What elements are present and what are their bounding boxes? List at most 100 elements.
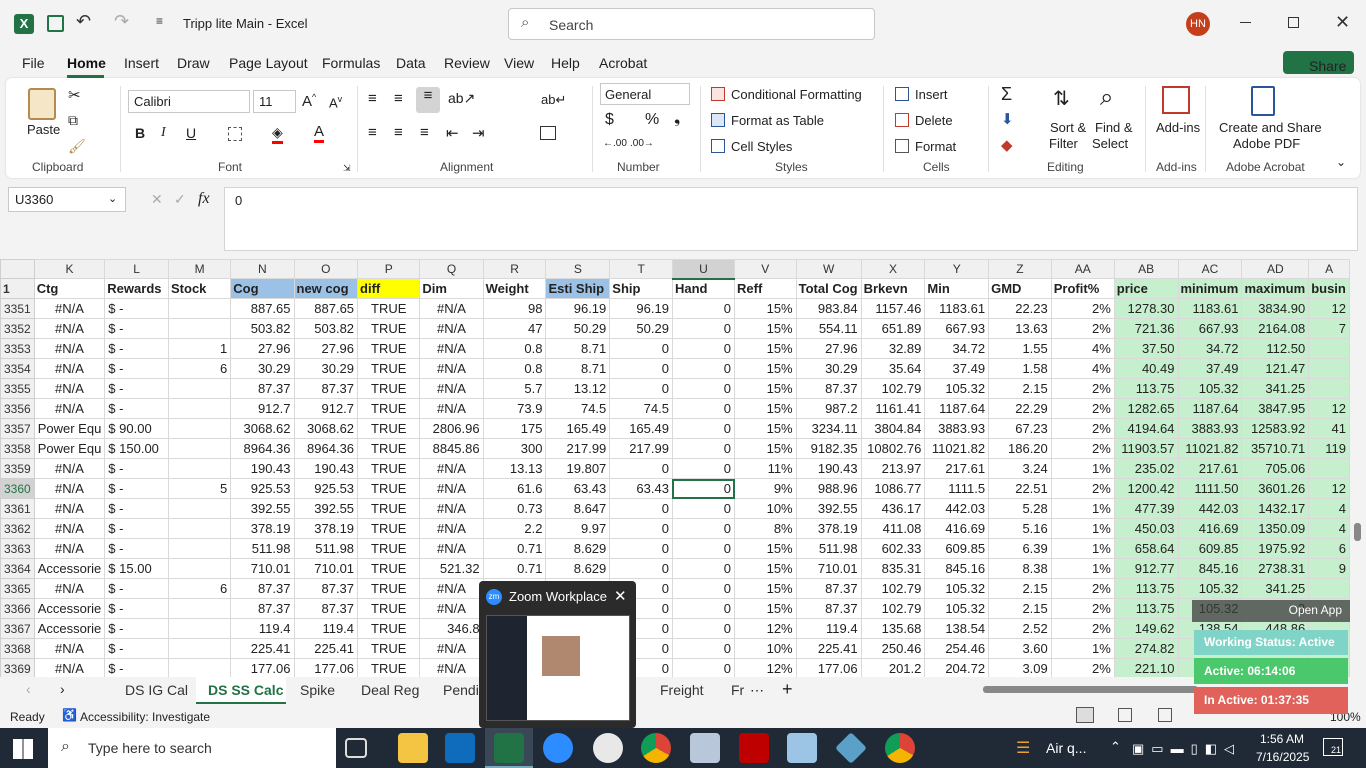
minimize-icon[interactable] (1240, 22, 1251, 23)
cell[interactable]: 1278.30 (1113, 298, 1179, 319)
customize-toolbar-icon[interactable]: ≡ (156, 14, 163, 28)
sort-filter-line2[interactable]: Filter (1049, 136, 1078, 151)
cell[interactable]: 2% (1050, 438, 1115, 459)
cell[interactable]: 3.60 (988, 638, 1052, 659)
sheet-tab-fr[interactable]: Fr (731, 682, 744, 698)
cell[interactable]: #N/A (33, 658, 106, 677)
cell[interactable]: 87.37 (293, 378, 359, 399)
cell[interactable]: 34.72 (924, 338, 990, 359)
cell[interactable]: 1.55 (988, 338, 1052, 359)
cell[interactable]: 3847.95 (1241, 398, 1310, 419)
cell[interactable]: $ - (104, 538, 169, 559)
cell[interactable]: 61.6 (482, 478, 547, 499)
delete-cells-icon[interactable] (895, 113, 909, 127)
weather-text[interactable]: Air q... (1046, 740, 1086, 756)
cell[interactable]: 4 (1308, 518, 1350, 539)
cell[interactable]: #N/A (33, 298, 106, 319)
cell[interactable]: 0.8 (482, 358, 547, 379)
cell[interactable]: 0 (671, 558, 736, 579)
cell[interactable]: 40.49 (1113, 358, 1179, 379)
cell[interactable]: $ - (104, 358, 169, 379)
cell[interactable]: 1157.46 (860, 298, 926, 319)
format-cells-button[interactable]: Format (915, 139, 956, 154)
cancel-icon[interactable]: ✕ (151, 191, 163, 208)
sheet-tab-ds-ig-cal[interactable]: DS IG Cal (125, 682, 188, 698)
row-header[interactable]: 3359 (0, 458, 35, 479)
column-header[interactable]: V (734, 259, 797, 279)
cell[interactable]: 12% (734, 618, 797, 639)
cell[interactable]: 710.01 (293, 558, 359, 579)
column-header[interactable]: AC (1177, 259, 1243, 279)
cell[interactable] (167, 538, 232, 559)
cell[interactable]: 0 (671, 298, 736, 319)
zoom-preview-close-icon[interactable]: ✕ (614, 587, 627, 605)
cell[interactable]: TRUE (357, 458, 421, 479)
column-header[interactable]: T (609, 259, 673, 279)
comma-icon[interactable]: ❟ (674, 110, 680, 128)
decrease-decimal-icon[interactable]: .00→ (630, 138, 654, 149)
redo-icon[interactable]: ↷ (114, 11, 129, 32)
cell[interactable]: 1183.61 (1177, 298, 1243, 319)
cell[interactable]: 416.69 (1177, 518, 1243, 539)
tab-formulas[interactable]: Formulas (322, 55, 380, 71)
cell[interactable]: 1.58 (988, 358, 1052, 379)
cell[interactable]: 392.55 (293, 498, 359, 519)
column-header[interactable]: AA (1050, 259, 1115, 279)
cell[interactable]: 13.12 (545, 378, 611, 399)
filezilla-icon[interactable] (739, 733, 769, 763)
cell[interactable]: 0 (609, 378, 673, 399)
cell[interactable]: 3804.84 (860, 418, 926, 439)
cell[interactable]: 135.68 (860, 618, 926, 639)
cell[interactable]: 225.41 (293, 638, 359, 659)
increase-indent-icon[interactable]: ⇥ (472, 124, 485, 142)
cell[interactable]: 11021.82 (924, 438, 990, 459)
cell[interactable]: 15% (734, 358, 797, 379)
column-header[interactable]: S (545, 259, 611, 279)
tab-draw[interactable]: Draw (177, 55, 210, 71)
align-center-icon[interactable]: ≡ (394, 124, 403, 141)
cell[interactable]: TRUE (357, 598, 421, 619)
cell[interactable]: 721.36 (1113, 318, 1179, 339)
avatar[interactable]: HN (1186, 12, 1210, 36)
font-size-select[interactable]: 11 (253, 90, 296, 113)
cell[interactable]: 2% (1050, 378, 1115, 399)
cell[interactable]: $ 150.00 (104, 438, 169, 459)
cell[interactable]: 175 (482, 418, 547, 439)
cell[interactable]: 0 (671, 338, 736, 359)
cell[interactable]: 254.46 (924, 638, 990, 659)
cell[interactable]: 1% (1050, 538, 1115, 559)
sheet-tab-spike[interactable]: Spike (300, 682, 335, 698)
zoom-taskbar-icon[interactable] (543, 733, 573, 763)
cell[interactable]: 15% (734, 338, 797, 359)
cell[interactable]: 378.19 (795, 518, 862, 539)
cell[interactable]: 8.647 (545, 498, 611, 519)
cell[interactable]: 1200.42 (1113, 478, 1179, 499)
cell[interactable]: 9 (1308, 558, 1350, 579)
cell[interactable]: 521.32 (419, 558, 484, 579)
cell[interactable]: TRUE (357, 538, 421, 559)
cell[interactable]: 5 (167, 478, 232, 499)
cell[interactable]: 2738.31 (1241, 558, 1310, 579)
row-header[interactable]: 3366 (0, 598, 35, 619)
cell[interactable]: 119.4 (230, 618, 295, 639)
cell[interactable]: 2% (1050, 318, 1115, 339)
cell[interactable]: Power Equ (33, 418, 106, 439)
cell[interactable]: 12583.92 (1241, 418, 1310, 439)
cell[interactable]: 378.19 (293, 518, 359, 539)
collapse-ribbon-icon[interactable]: ⌄ (1336, 155, 1346, 169)
fill-icon[interactable]: ⬇ (1001, 110, 1014, 128)
cell[interactable]: 1 (167, 338, 232, 359)
cell[interactable]: 912.7 (293, 398, 359, 419)
cell[interactable]: #N/A (33, 398, 106, 419)
cell[interactable]: 2.52 (988, 618, 1052, 639)
cell[interactable]: 19.807 (545, 458, 611, 479)
header-cell[interactable]: price (1113, 278, 1179, 299)
tab-view[interactable]: View (504, 55, 534, 71)
insert-cells-icon[interactable] (895, 87, 909, 101)
cell[interactable]: 27.96 (795, 338, 862, 359)
currency-icon[interactable]: $ (605, 111, 614, 129)
cell[interactable]: 6.39 (988, 538, 1052, 559)
close-icon[interactable]: ✕ (1335, 12, 1350, 33)
cell[interactable]: 912.77 (1113, 558, 1179, 579)
cell[interactable]: 105.32 (924, 578, 990, 599)
